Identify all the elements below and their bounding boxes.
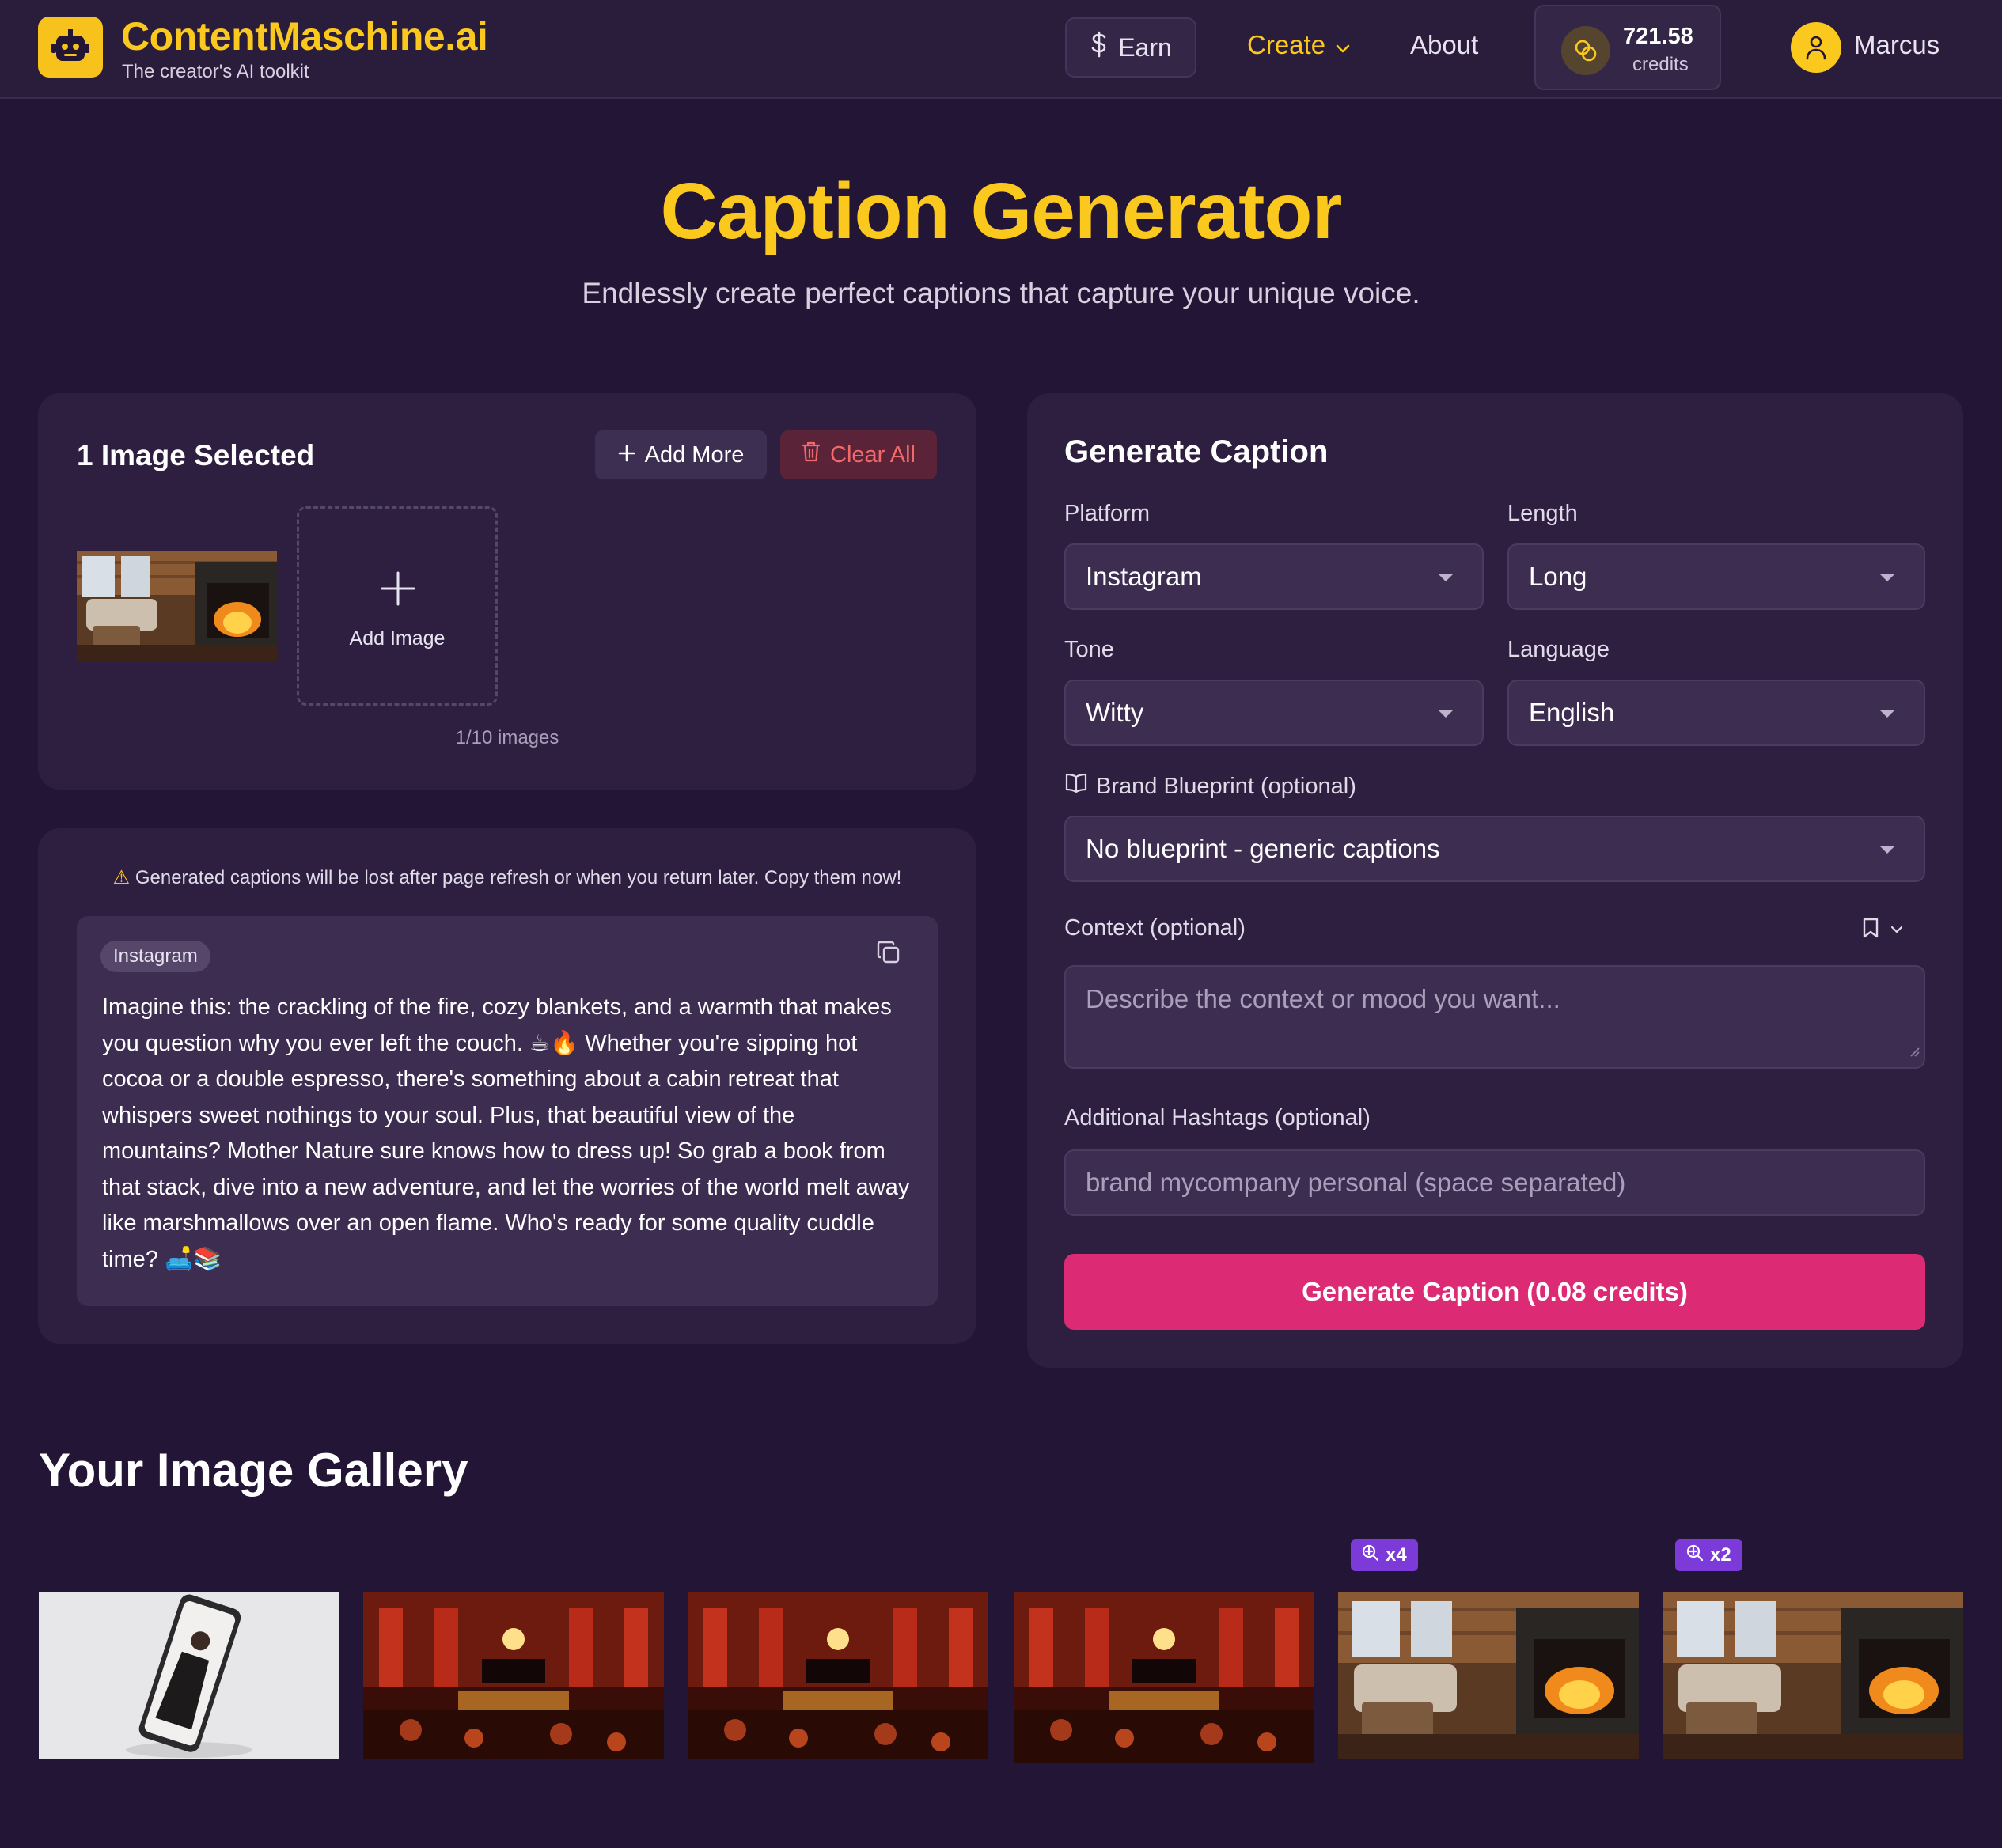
- gallery-image[interactable]: [1014, 1592, 1314, 1763]
- chevron-down-icon: [1890, 923, 1903, 937]
- brand-tagline: The creator's AI toolkit: [122, 61, 309, 82]
- gallery-title: Your Image Gallery: [39, 1444, 468, 1497]
- blueprint-label: Brand Blueprint (optional): [1096, 773, 1356, 799]
- form-title: Generate Caption: [1064, 434, 1329, 469]
- hashtags-label: Additional Hashtags (optional): [1064, 1105, 1371, 1130]
- page-title: Caption Generator: [660, 167, 1343, 256]
- zoom-in-icon: [1362, 1544, 1379, 1567]
- caret-down-icon: [1879, 710, 1895, 718]
- earn-label: Earn: [1118, 32, 1172, 62]
- user-name[interactable]: Marcus: [1854, 30, 1939, 60]
- add-image-label: Add Image: [349, 627, 446, 649]
- tone-value: Witty: [1086, 698, 1144, 727]
- blueprint-label-row: Brand Blueprint (optional): [1064, 773, 1356, 800]
- context-placeholder: Describe the context or mood you want...: [1086, 984, 1560, 1013]
- gallery-image[interactable]: [688, 1592, 988, 1759]
- blueprint-value: No blueprint - generic captions: [1086, 834, 1440, 863]
- bookmark-icon: [1862, 917, 1879, 943]
- platform-label: Platform: [1064, 501, 1150, 526]
- image-count: 1/10 images: [455, 727, 559, 748]
- generate-caption-form: Generate Caption Platform Instagram Leng…: [1027, 393, 1963, 1368]
- plus-icon: [380, 570, 416, 611]
- caret-down-icon: [1879, 574, 1895, 581]
- platform-value: Instagram: [1086, 562, 1202, 591]
- add-more-button[interactable]: Add More: [595, 430, 767, 479]
- gallery-badge: x4: [1351, 1539, 1418, 1571]
- create-label: Create: [1247, 30, 1326, 59]
- plus-icon: [618, 442, 635, 468]
- credits-value: 721.58: [1623, 24, 1693, 49]
- blueprint-select[interactable]: No blueprint - generic captions: [1064, 816, 1925, 882]
- warning-banner: ⚠ Generated captions will be lost after …: [38, 866, 976, 889]
- add-more-label: Add More: [644, 441, 745, 468]
- length-value: Long: [1529, 562, 1587, 591]
- gallery-image[interactable]: [39, 1592, 339, 1759]
- coins-icon: [1561, 26, 1610, 75]
- generated-captions-card: ⚠ Generated captions will be lost after …: [38, 828, 976, 1344]
- add-image-dropzone[interactable]: Add Image: [297, 506, 498, 706]
- language-select[interactable]: English: [1507, 680, 1925, 746]
- robot-logo-icon[interactable]: [38, 17, 103, 78]
- generate-caption-button[interactable]: Generate Caption (0.08 credits): [1064, 1254, 1925, 1330]
- platform-badge: Instagram: [100, 941, 210, 972]
- trash-icon: [802, 441, 821, 469]
- credits-display[interactable]: 721.58 credits: [1534, 5, 1721, 90]
- length-label: Length: [1507, 501, 1578, 526]
- caret-down-icon: [1879, 846, 1895, 854]
- chevron-down-icon: [1335, 30, 1351, 60]
- nav-about-link[interactable]: About: [1410, 30, 1478, 60]
- context-textarea[interactable]: Describe the context or mood you want...: [1064, 965, 1925, 1069]
- clear-all-button[interactable]: Clear All: [780, 430, 937, 479]
- user-avatar-icon[interactable]: [1791, 22, 1841, 73]
- dollar-icon: [1090, 31, 1109, 64]
- language-label: Language: [1507, 637, 1610, 662]
- copy-icon[interactable]: [876, 940, 901, 969]
- length-select[interactable]: Long: [1507, 543, 1925, 610]
- credits-label: credits: [1632, 54, 1689, 75]
- caret-down-icon: [1438, 574, 1454, 581]
- top-navbar: ContentMaschine.ai The creator's AI tool…: [0, 0, 2002, 99]
- caret-down-icon: [1438, 710, 1454, 718]
- context-label: Context (optional): [1064, 915, 1246, 941]
- tone-select[interactable]: Witty: [1064, 680, 1484, 746]
- gallery-image[interactable]: [1338, 1592, 1639, 1759]
- badge-count: x4: [1386, 1544, 1407, 1566]
- clear-all-label: Clear All: [830, 441, 916, 468]
- platform-select[interactable]: Instagram: [1064, 543, 1484, 610]
- warning-text: Generated captions will be lost after pa…: [135, 867, 902, 888]
- gallery-badge: x2: [1675, 1539, 1742, 1571]
- hashtags-placeholder: brand mycompany personal (space separate…: [1086, 1168, 1626, 1197]
- selected-images-card: 1 Image Selected Add More Clear All Add …: [38, 393, 976, 790]
- selected-count-title: 1 Image Selected: [77, 439, 315, 471]
- book-icon: [1064, 773, 1088, 800]
- language-value: English: [1529, 698, 1615, 727]
- caption-result: Instagram Imagine this: the crackling of…: [77, 916, 938, 1306]
- saved-context-menu[interactable]: [1862, 917, 1903, 943]
- gallery-image[interactable]: [1663, 1592, 1963, 1759]
- brand-name[interactable]: ContentMaschine.ai: [121, 13, 488, 59]
- gallery-image[interactable]: [363, 1592, 664, 1759]
- earn-button[interactable]: Earn: [1065, 17, 1196, 78]
- zoom-in-icon: [1686, 1544, 1704, 1567]
- resize-handle-icon[interactable]: [1908, 1034, 1920, 1064]
- nav-create-dropdown[interactable]: Create: [1247, 30, 1351, 60]
- selected-image-thumbnail[interactable]: [77, 551, 277, 661]
- caption-text[interactable]: Imagine this: the crackling of the fire,…: [102, 990, 917, 1278]
- warning-icon: ⚠: [112, 867, 131, 888]
- badge-count: x2: [1710, 1544, 1731, 1566]
- page-subtitle: Endlessly create perfect captions that c…: [582, 277, 1420, 309]
- hashtags-input[interactable]: brand mycompany personal (space separate…: [1064, 1149, 1925, 1216]
- tone-label: Tone: [1064, 637, 1114, 662]
